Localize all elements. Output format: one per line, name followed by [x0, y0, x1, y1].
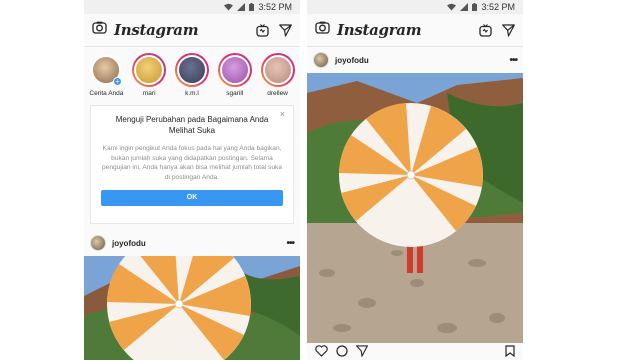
post-username[interactable]: joyofodu [112, 239, 286, 248]
clock-time: 3:52 PM [258, 2, 292, 12]
story-kml[interactable]: k.m.l [174, 53, 211, 99]
heart-icon[interactable] [315, 344, 328, 360]
close-icon[interactable]: × [280, 109, 285, 119]
share-icon[interactable] [355, 344, 369, 360]
notice-body: Kami ingin pengikut Anda fokus pada hal … [102, 145, 282, 181]
avatar [176, 55, 207, 85]
notice-title: Menguji Perubahan pada Bagaimana Anda Me… [115, 115, 269, 135]
comment-icon[interactable] [336, 344, 348, 360]
camera-icon[interactable] [92, 21, 107, 39]
avatar[interactable] [90, 235, 106, 251]
stories-tray: + Cerita Anda mari k.m.l sgarill drellew [84, 47, 300, 99]
story-label: mari [142, 90, 156, 97]
story-label: Cerita Anda [89, 90, 124, 97]
story-own[interactable]: + Cerita Anda [88, 53, 125, 99]
ok-button[interactable]: OK [101, 190, 283, 206]
wifi-icon [447, 3, 457, 11]
top-bar: Instagram [307, 14, 523, 47]
direct-message-icon[interactable] [502, 23, 515, 37]
direct-message-icon[interactable] [279, 23, 292, 37]
avatar[interactable] [313, 52, 329, 68]
add-story-icon[interactable]: + [113, 77, 122, 86]
post-actions [307, 343, 523, 360]
avatar [134, 55, 165, 85]
post-photo[interactable] [84, 256, 300, 360]
signal-icon [237, 3, 246, 11]
instagram-logo: Instagram [114, 21, 199, 39]
more-options-icon[interactable]: ••• [286, 238, 294, 249]
top-bar: Instagram [84, 14, 300, 47]
story-drellew[interactable]: drellew [259, 53, 296, 99]
battery-icon [249, 3, 255, 11]
story-label: k.m.l [185, 90, 199, 97]
phone-left: 3:52 PM Instagram + Cerita Anda mari k.m… [84, 0, 300, 360]
post-header: joyofodu ••• [84, 230, 300, 256]
more-options-icon[interactable]: ••• [509, 55, 517, 66]
avatar [219, 55, 250, 85]
story-mari[interactable]: mari [131, 53, 168, 99]
instagram-logo: Instagram [337, 21, 422, 39]
status-bar: 3:52 PM [307, 0, 523, 14]
story-sgarill[interactable]: sgarill [216, 53, 253, 99]
post-username[interactable]: joyofodu [335, 56, 509, 65]
igtv-icon[interactable] [479, 23, 492, 37]
signal-icon [460, 3, 469, 11]
phone-right: 3:52 PM Instagram joyofodu ••• [307, 0, 523, 360]
status-bar: 3:52 PM [84, 0, 300, 14]
bookmark-icon[interactable] [505, 344, 515, 360]
story-label: sgarill [226, 90, 244, 97]
igtv-icon[interactable] [256, 23, 269, 37]
post-photo[interactable] [307, 73, 523, 343]
story-label: drellew [267, 90, 288, 97]
post-header: joyofodu ••• [307, 47, 523, 73]
wifi-icon [224, 3, 234, 11]
umbrella-photo [307, 73, 523, 343]
clock-time: 3:52 PM [481, 2, 515, 12]
avatar [262, 55, 293, 85]
battery-icon [472, 3, 478, 11]
umbrella-photo [84, 256, 300, 360]
camera-icon[interactable] [315, 21, 330, 39]
likes-test-notice: × Menguji Perubahan pada Bagaimana Anda … [90, 105, 294, 224]
